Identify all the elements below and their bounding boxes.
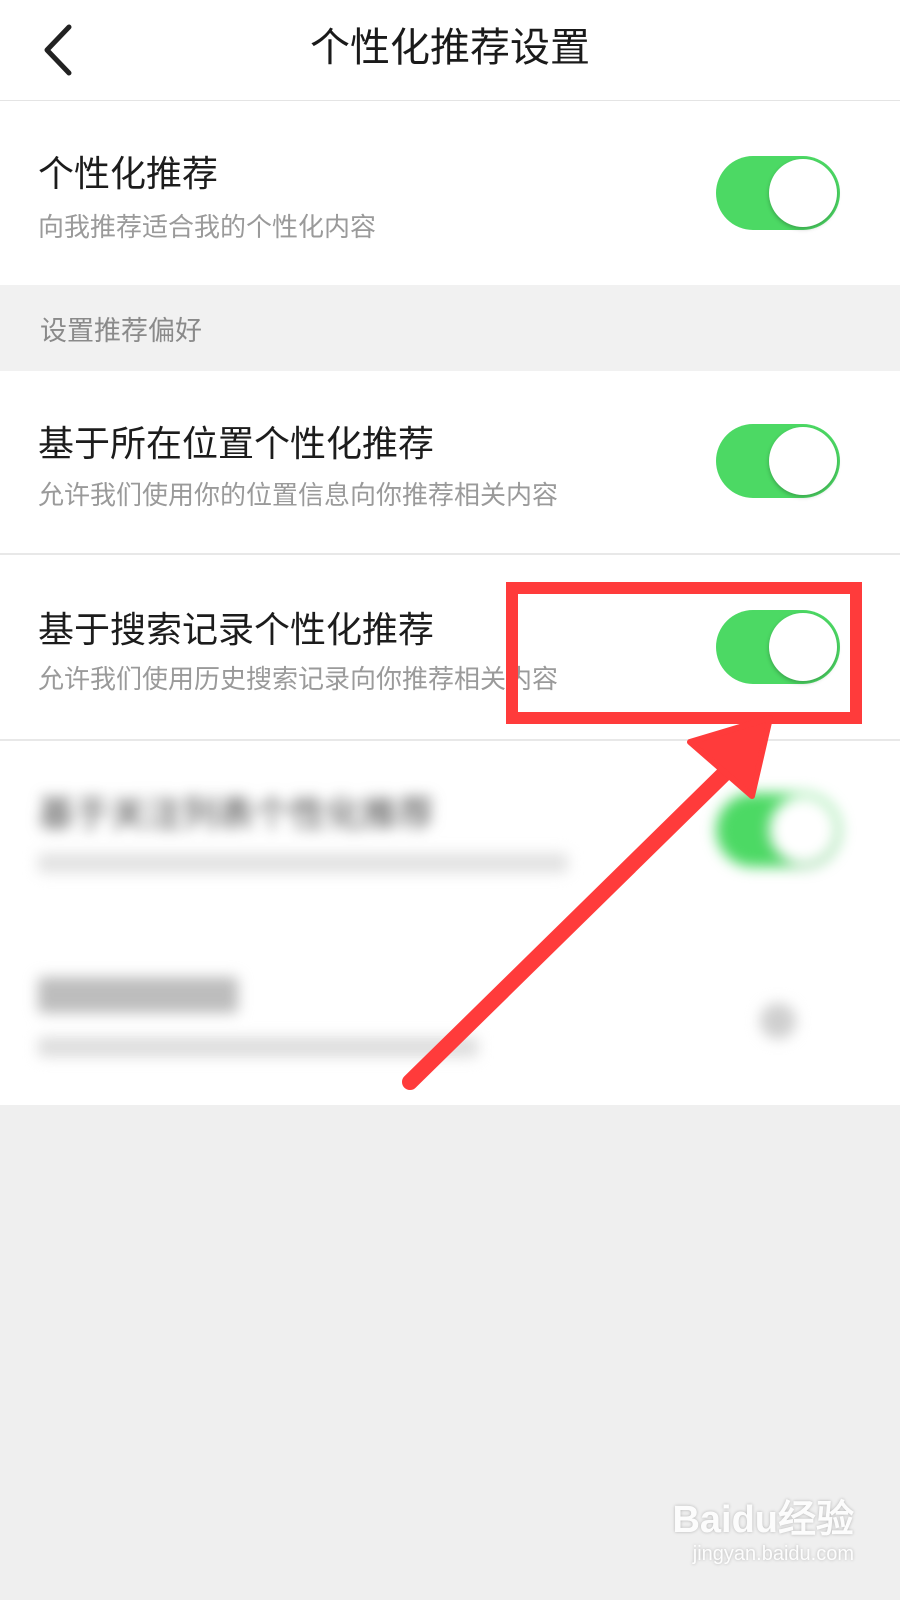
blurred-content	[0, 925, 900, 1105]
setting-description: 向我推荐适合我的个性化内容	[38, 213, 377, 243]
setting-description-blurred	[38, 1037, 478, 1057]
setting-description-blurred	[38, 853, 568, 873]
toggle-knob	[769, 159, 837, 227]
setting-row-blurred	[0, 925, 900, 1105]
search-history-toggle[interactable]	[716, 610, 840, 684]
setting-row-location: 基于所在位置个性化推荐 允许我们使用你的位置信息向你推荐相关内容	[0, 371, 900, 553]
watermark-url: jingyan.baidu.com	[692, 1543, 854, 1565]
value-indicator[interactable]	[760, 1003, 796, 1039]
setting-title-blurred	[38, 977, 238, 1013]
location-toggle[interactable]	[716, 424, 840, 498]
nav-bar: 个性化推荐设置	[0, 0, 900, 101]
setting-description: 允许我们使用历史搜索记录向你推荐相关内容	[38, 665, 559, 695]
chevron-left-icon	[44, 24, 72, 76]
section-header: 设置推荐偏好	[0, 285, 900, 371]
settings-screen: 个性化推荐设置 个性化推荐 向我推荐适合我的个性化内容 设置推荐偏好 基于所在位…	[0, 0, 900, 1600]
setting-description: 允许我们使用你的位置信息向你推荐相关内容	[38, 481, 559, 511]
watermark: Baidu经验 jingyan.baidu.com	[672, 1488, 854, 1566]
following-toggle[interactable]	[716, 793, 840, 867]
setting-row-search-history: 基于搜索记录个性化推荐 允许我们使用历史搜索记录向你推荐相关内容	[0, 555, 900, 739]
page-title: 个性化推荐设置	[310, 25, 590, 71]
toggle-knob	[769, 613, 837, 681]
setting-title: 基于搜索记录个性化推荐	[38, 610, 435, 651]
back-button[interactable]	[28, 18, 88, 82]
personalized-toggle[interactable]	[716, 156, 840, 230]
section-label: 设置推荐偏好	[40, 316, 202, 347]
watermark-logo: Baidu经验	[672, 1499, 854, 1541]
setting-row-following: 基于关注列表个性化推荐	[0, 741, 900, 925]
setting-title: 基于所在位置个性化推荐	[38, 424, 435, 465]
setting-title: 个性化推荐	[38, 154, 219, 195]
setting-title: 基于关注列表个性化推荐	[38, 794, 435, 835]
toggle-knob	[769, 796, 837, 864]
blurred-content: 基于关注列表个性化推荐	[0, 741, 900, 925]
toggle-knob	[769, 427, 837, 495]
setting-row-personalized: 个性化推荐 向我推荐适合我的个性化内容	[0, 101, 900, 285]
